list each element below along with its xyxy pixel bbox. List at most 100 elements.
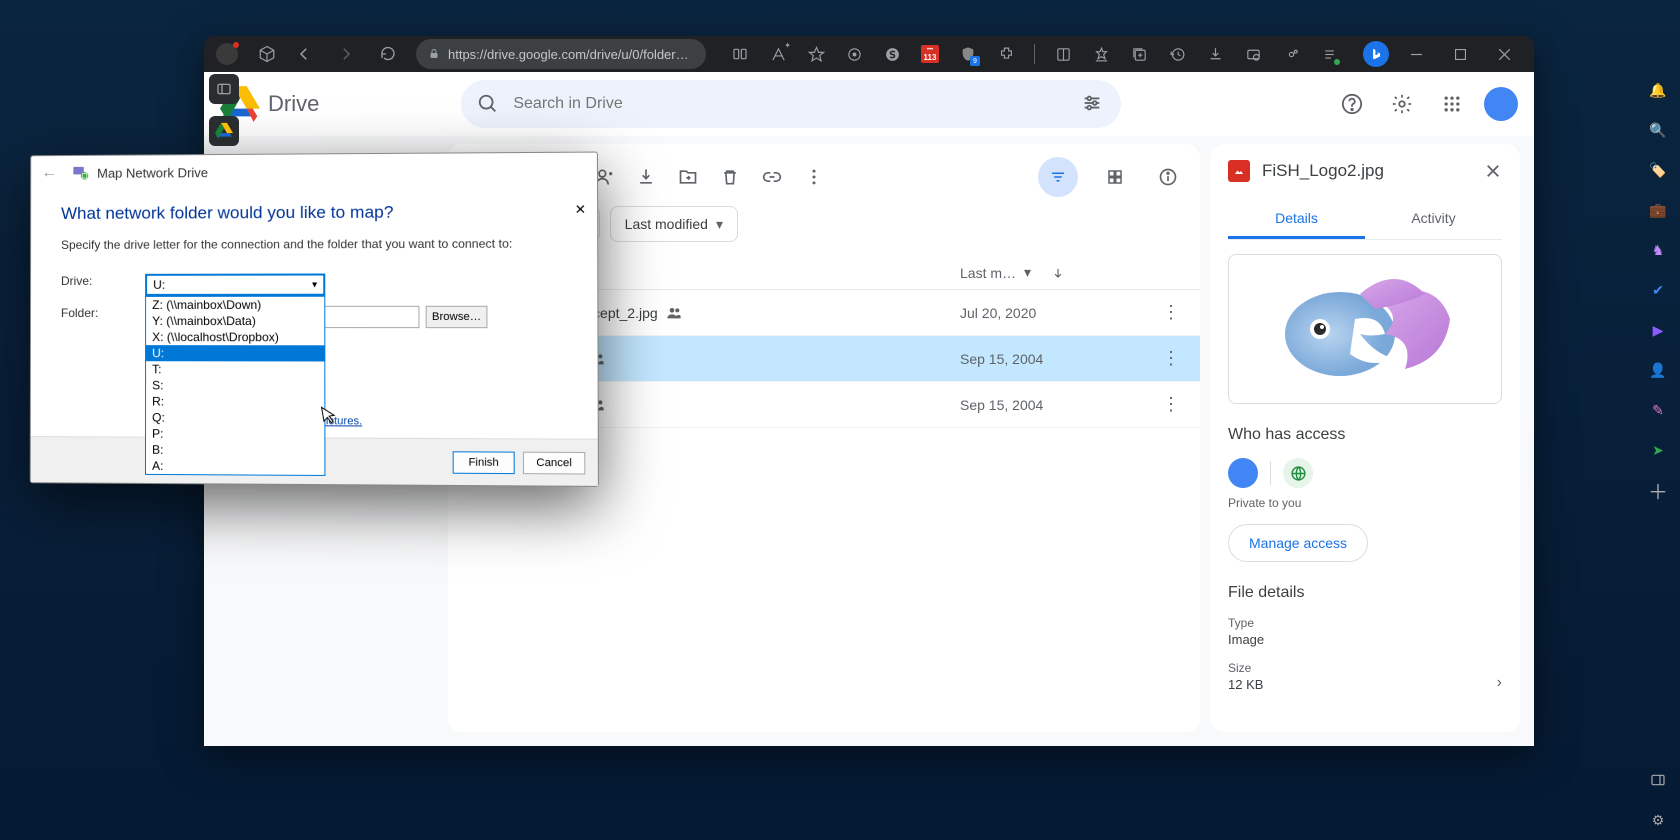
chip-modified[interactable]: Last modified▾: [610, 206, 738, 242]
file-more-icon[interactable]: ⋮: [1120, 394, 1180, 415]
play-icon[interactable]: ▶: [1648, 320, 1668, 340]
file-details-title: File details: [1228, 584, 1502, 602]
dialog-close-x[interactable]: ✕: [570, 200, 591, 220]
filter-active-icon[interactable]: [1038, 157, 1078, 197]
chevron-right-icon[interactable]: ›: [1497, 674, 1502, 692]
drive-field-label: Drive:: [61, 274, 145, 288]
move-icon[interactable]: [678, 167, 698, 187]
profile-badge[interactable]: [216, 43, 238, 65]
public-globe-icon[interactable]: [1283, 458, 1313, 488]
favorite-icon[interactable]: [806, 44, 826, 64]
drive-letter-dropdown[interactable]: Z: (\\mainbox\Down) Y: (\\mainbox\Data) …: [145, 296, 325, 476]
file-more-icon[interactable]: ⋮: [1120, 348, 1180, 369]
drive-option[interactable]: Y: (\\mainbox\Data): [146, 313, 324, 329]
manage-access-button[interactable]: Manage access: [1228, 524, 1368, 562]
tab-activity[interactable]: Activity: [1365, 200, 1502, 239]
read-aloud-icon[interactable]: ✦: [768, 44, 788, 64]
settings-icon[interactable]: [1384, 86, 1420, 122]
file-more-icon[interactable]: ⋮: [1120, 302, 1180, 323]
file-date: Jul 20, 2020: [960, 305, 1120, 321]
performance-icon[interactable]: [1281, 44, 1301, 64]
drive-option[interactable]: B:: [146, 442, 324, 459]
gear-icon[interactable]: ⚙: [1648, 810, 1668, 830]
apps-grid-icon[interactable]: [1434, 86, 1470, 122]
size-value: 12 KB: [1228, 677, 1263, 692]
ext-target-icon[interactable]: [844, 44, 864, 64]
send-icon[interactable]: ➤: [1648, 440, 1668, 460]
cancel-button[interactable]: Cancel: [523, 451, 585, 474]
browse-button[interactable]: Browse…: [426, 306, 488, 328]
bell-icon[interactable]: 🔔: [1648, 80, 1668, 100]
bing-icon[interactable]: [1363, 41, 1389, 67]
app-title: Drive: [268, 91, 319, 117]
ext-green-dot-icon[interactable]: [1319, 44, 1339, 64]
extensions-icon[interactable]: [996, 44, 1016, 64]
knight-icon[interactable]: ♞: [1648, 240, 1668, 260]
window-close-button[interactable]: [1482, 39, 1526, 69]
browser-apps-icon[interactable]: [1243, 44, 1263, 64]
owner-avatar[interactable]: [1228, 458, 1258, 488]
maximize-button[interactable]: [1438, 39, 1482, 69]
tag-icon[interactable]: 🏷️: [1648, 160, 1668, 180]
file-preview[interactable]: [1228, 254, 1502, 404]
info-toggle-icon[interactable]: [1158, 167, 1178, 187]
dialog-question: What network folder would you like to ma…: [61, 202, 566, 224]
download-icon[interactable]: [636, 167, 656, 187]
finish-button[interactable]: Finish: [453, 451, 515, 474]
downloads-icon[interactable]: [1205, 44, 1225, 64]
drive-option[interactable]: X: (\\localhost\Dropbox): [146, 329, 324, 345]
close-details-icon[interactable]: [1484, 162, 1502, 180]
ext-shield-icon[interactable]: 9: [958, 44, 978, 64]
reading-list-icon[interactable]: [1053, 44, 1073, 64]
grid-view-icon[interactable]: [1106, 168, 1124, 186]
briefcase-icon[interactable]: 💼: [1648, 200, 1668, 220]
search-options-icon[interactable]: [1081, 92, 1105, 116]
edit-icon[interactable]: ✎: [1648, 400, 1668, 420]
account-avatar[interactable]: [1484, 87, 1518, 121]
drive-option[interactable]: S:: [146, 377, 324, 394]
drive-option[interactable]: Z: (\\mainbox\Down): [146, 297, 324, 313]
header-actions: [1334, 86, 1518, 122]
drive-tab-icon[interactable]: [209, 116, 239, 146]
ext-s-icon[interactable]: [882, 44, 902, 64]
dock-icon[interactable]: [1648, 770, 1668, 790]
back-button[interactable]: [290, 40, 318, 68]
drive-option[interactable]: T:: [146, 361, 324, 377]
more-icon[interactable]: [804, 167, 824, 187]
drive-letter-select[interactable]: U: ▾: [145, 273, 325, 295]
drive-option[interactable]: U:: [146, 345, 324, 361]
drive-option[interactable]: A:: [146, 458, 324, 475]
refresh-button[interactable]: [374, 40, 402, 68]
col-modified[interactable]: Last m… ▾: [960, 264, 1120, 281]
dialog-back-icon[interactable]: ←: [41, 164, 57, 182]
search-sidebar-icon[interactable]: 🔍: [1648, 120, 1668, 140]
tab-strip-toggle-icon[interactable]: [209, 74, 239, 104]
split-screen-icon[interactable]: [730, 44, 750, 64]
forward-button[interactable]: [332, 40, 360, 68]
collections-icon[interactable]: [1129, 44, 1149, 64]
ext-lastpass-icon[interactable]: •••113: [920, 44, 940, 64]
details-panel: FiSH_Logo2.jpg Details Activity: [1210, 144, 1520, 732]
drive-select-value: U:: [153, 278, 165, 292]
help-icon[interactable]: [1334, 86, 1370, 122]
url-text: https://drive.google.com/drive/u/0/folde…: [448, 47, 689, 62]
search-box[interactable]: [461, 80, 1121, 128]
person-icon[interactable]: 👤: [1648, 360, 1668, 380]
favorites-bar-icon[interactable]: [1091, 44, 1111, 64]
drive-option[interactable]: Q:: [146, 409, 324, 426]
minimize-button[interactable]: [1394, 39, 1438, 69]
link-icon[interactable]: [762, 167, 782, 187]
delete-icon[interactable]: [720, 167, 740, 187]
plus-icon[interactable]: ＋: [1648, 480, 1668, 500]
dialog-title: Map Network Drive: [97, 165, 208, 181]
cursor-icon: [320, 404, 339, 426]
search-input[interactable]: [513, 95, 1067, 113]
tab-details[interactable]: Details: [1228, 200, 1365, 239]
drive-option[interactable]: P:: [146, 426, 324, 443]
browser-title-bar: https://drive.google.com/drive/u/0/folde…: [204, 36, 1534, 72]
address-bar[interactable]: https://drive.google.com/drive/u/0/folde…: [416, 39, 706, 69]
drive-option[interactable]: R:: [146, 393, 324, 410]
check-circle-icon[interactable]: ✔: [1648, 280, 1668, 300]
workspaces-icon[interactable]: [258, 45, 276, 63]
history-icon[interactable]: [1167, 44, 1187, 64]
